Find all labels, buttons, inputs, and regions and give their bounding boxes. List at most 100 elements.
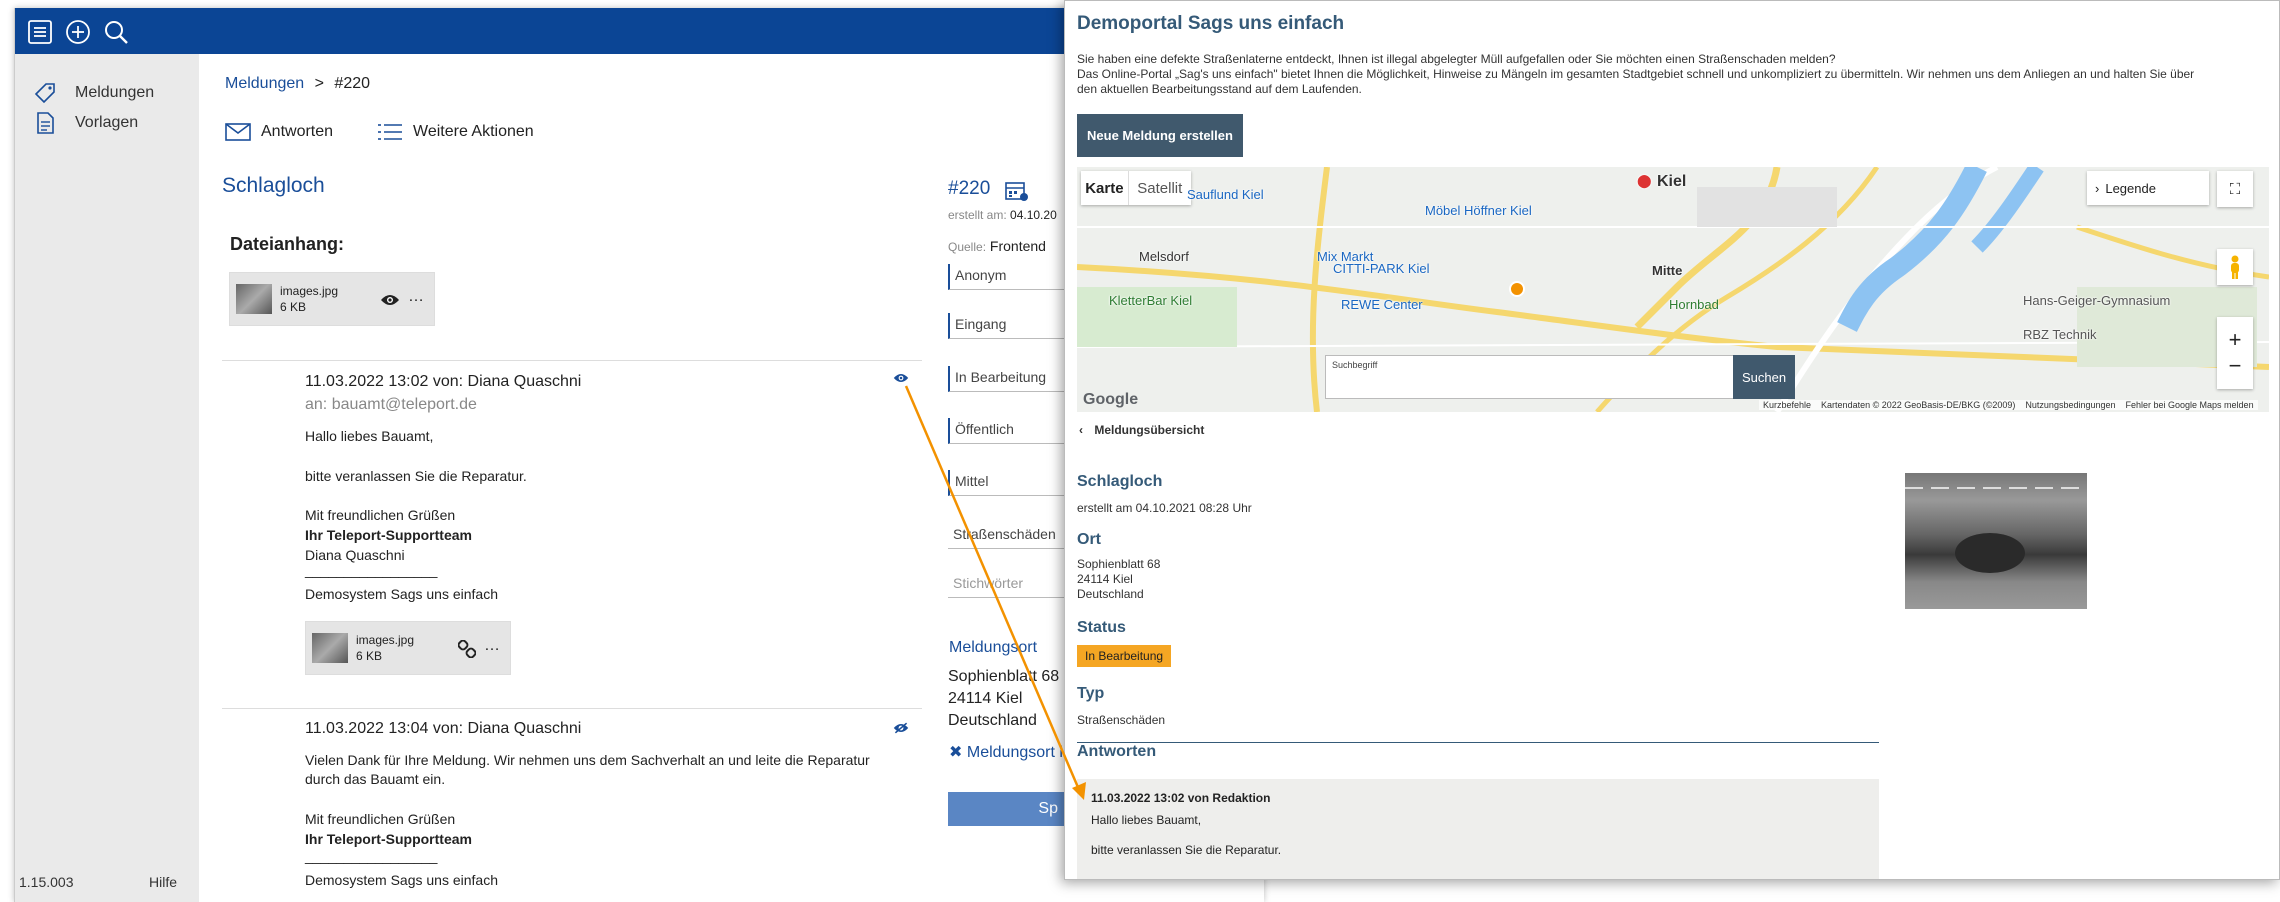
queue-select[interactable]: Eingang <box>948 313 1068 339</box>
more-options-icon[interactable]: … <box>408 288 424 306</box>
remove-location-label: Meldungsort l <box>966 744 1063 761</box>
map-footer-report-error[interactable]: Fehler bei Google Maps melden <box>2126 400 2254 410</box>
map-label: KletterBar Kiel <box>1109 293 1193 308</box>
help-link[interactable]: Hilfe <box>149 874 177 890</box>
map-label: RBZ Technik <box>2023 327 2097 342</box>
message-attachment-card[interactable]: images.jpg 6 KB … <box>305 621 511 675</box>
type-heading: Typ <box>1077 685 1105 702</box>
attachment-size: 6 KB <box>356 649 383 663</box>
keywords-input[interactable]: Stichwörter <box>948 572 1068 598</box>
intro-line: Das Online-Portal „Sag's uns einfach" bi… <box>1077 67 2195 81</box>
search-input[interactable] <box>1332 374 1732 394</box>
status-select[interactable]: In Bearbeitung <box>948 366 1068 392</box>
message-body-line: Hallo liebes Bauamt, <box>305 428 434 444</box>
attachment-card[interactable]: images.jpg 6 KB … <box>229 272 435 326</box>
type-value: Straßenschäden <box>1077 713 1166 727</box>
search-button[interactable]: Suchen <box>1733 355 1795 399</box>
map-search-box: Suchbegriff <box>1325 355 1745 399</box>
source-label: Quelle: <box>948 240 987 254</box>
eye-icon[interactable] <box>380 293 400 307</box>
sidebar-item-meldungen[interactable]: Meldungen <box>33 76 154 110</box>
map-label: REWE Center <box>1341 297 1423 312</box>
legend-label: Legende <box>2105 180 2156 196</box>
map-view[interactable]: Karte Satellit › Legende ⛶ + − Kiel ⬤ Mi… <box>1077 167 2269 412</box>
message-body-line: Ihr Teleport-Supportteam <box>305 527 472 543</box>
message-header: 11.03.2022 13:02 von: Diana Quaschni <box>305 373 582 390</box>
answer-line: Hallo liebes Bauamt, <box>1091 813 1202 827</box>
created-label: erstellt am: <box>948 208 1007 222</box>
map-footer-terms[interactable]: Nutzungsbedingungen <box>2025 400 2115 410</box>
chevron-right-icon: › <box>2095 180 2100 196</box>
close-icon: ✖ <box>949 744 963 761</box>
menu-icon[interactable] <box>25 17 55 47</box>
legend-button[interactable]: › Legende <box>2087 171 2209 205</box>
address-line: Sophienblatt 68 <box>948 668 1060 685</box>
message-body-line: Vielen Dank für Ihre Meldung. Wir nehmen… <box>305 752 870 768</box>
more-options-icon[interactable]: … <box>484 637 500 655</box>
fullscreen-icon[interactable]: ⛶ <box>2217 171 2253 207</box>
chevron-left-icon: ‹ <box>1079 423 1083 437</box>
screenshot-stage: Meldungen Vorlagen 1.15.003 Hilfe Meldun… <box>0 0 2280 902</box>
new-report-button[interactable]: Neue Meldung erstellen <box>1077 114 1243 157</box>
divider <box>222 360 922 361</box>
status-heading: Status <box>1077 619 1126 636</box>
visibility-select[interactable]: Öffentlich <box>948 418 1068 444</box>
report-created: erstellt am 04.10.2021 08:28 Uhr <box>1077 501 1252 515</box>
attachment-thumbnail <box>312 633 348 663</box>
attachments-heading: Dateianhang: <box>230 234 345 254</box>
answers-heading: Antworten <box>1077 743 1157 760</box>
remove-location-link[interactable]: ✖ Meldungsort l <box>949 742 1063 762</box>
more-actions-button[interactable]: Weitere Aktionen <box>377 122 534 142</box>
back-to-overview-link[interactable]: ‹ Meldungsübersicht <box>1079 423 1204 437</box>
eye-icon[interactable] <box>893 372 909 384</box>
map-footer: Kurzbefehle Kartendaten © 2022 GeoBasis-… <box>1759 400 2258 410</box>
location-heading: Meldungsort <box>949 639 1038 656</box>
attachment-size: 6 KB <box>280 300 307 314</box>
link-icon[interactable] <box>458 640 476 658</box>
reply-label: Antworten <box>261 123 334 140</box>
divider <box>222 708 922 709</box>
map-label: CITTI-PARK Kiel <box>1333 261 1430 276</box>
back-to-overview-label: Meldungsübersicht <box>1094 423 1205 437</box>
sidebar-item-vorlagen[interactable]: Vorlagen <box>33 106 138 140</box>
map-tab-satellit[interactable]: Satellit <box>1128 179 1191 197</box>
map-marker-icon: ⬤ <box>1637 173 1652 188</box>
zoom-in-icon[interactable]: + <box>2229 327 2242 353</box>
reporter-select[interactable]: Anonym <box>948 264 1068 290</box>
message-body-line: _________________ <box>305 848 438 864</box>
breadcrumb: Meldungen > #220 <box>225 75 370 93</box>
sidebar-item-label: Meldungen <box>75 84 155 101</box>
priority-select[interactable]: Mittel <box>948 470 1068 496</box>
report-title: Schlagloch <box>1077 473 1163 490</box>
address-line: 24114 Kiel <box>948 690 1023 707</box>
pegman-icon[interactable] <box>2217 249 2253 285</box>
map-label: Sauflund Kiel <box>1187 187 1264 202</box>
search-label: Suchbegriff <box>1332 360 1378 370</box>
save-button[interactable]: Sp <box>948 792 1068 826</box>
map-label: Hornbad <box>1669 297 1719 312</box>
status-badge: In Bearbeitung <box>1077 645 1172 667</box>
answer-line: bitte veranlassen Sie die Reparatur. <box>1091 843 1282 857</box>
intro-line: den aktuellen Bearbeitungsstand auf dem … <box>1077 82 1362 96</box>
message-body-line: Mit freundlichen Grüßen <box>305 811 456 827</box>
zoom-out-icon[interactable]: − <box>2229 353 2242 379</box>
map-label: Melsdorf <box>1139 249 1189 264</box>
search-icon[interactable] <box>101 17 131 47</box>
map-tab-karte[interactable]: Karte <box>1081 180 1128 197</box>
report-photo[interactable] <box>1905 473 2087 609</box>
message-body-line: Demosystem Sags uns einfach <box>305 586 498 602</box>
add-icon[interactable] <box>63 17 93 47</box>
message-body-line: bitte veranlassen Sie die Reparatur. <box>305 468 527 484</box>
source-value: Frontend <box>989 238 1046 254</box>
answer-header: 11.03.2022 13:02 von Redaktion <box>1091 791 1271 805</box>
reply-button[interactable]: Antworten <box>225 122 333 142</box>
category-select[interactable]: Straßenschäden <box>948 523 1068 549</box>
breadcrumb-root[interactable]: Meldungen <box>225 75 304 92</box>
eye-slash-icon[interactable] <box>893 722 909 734</box>
source-row: Quelle: Frontend <box>948 238 1046 254</box>
calendar-icon[interactable] <box>1005 180 1029 202</box>
map-footer-shortcuts[interactable]: Kurzbefehle <box>1763 400 1811 410</box>
envelope-icon <box>225 123 251 141</box>
zoom-control: + − <box>2217 317 2253 389</box>
report-location-marker[interactable] <box>1509 281 1525 297</box>
